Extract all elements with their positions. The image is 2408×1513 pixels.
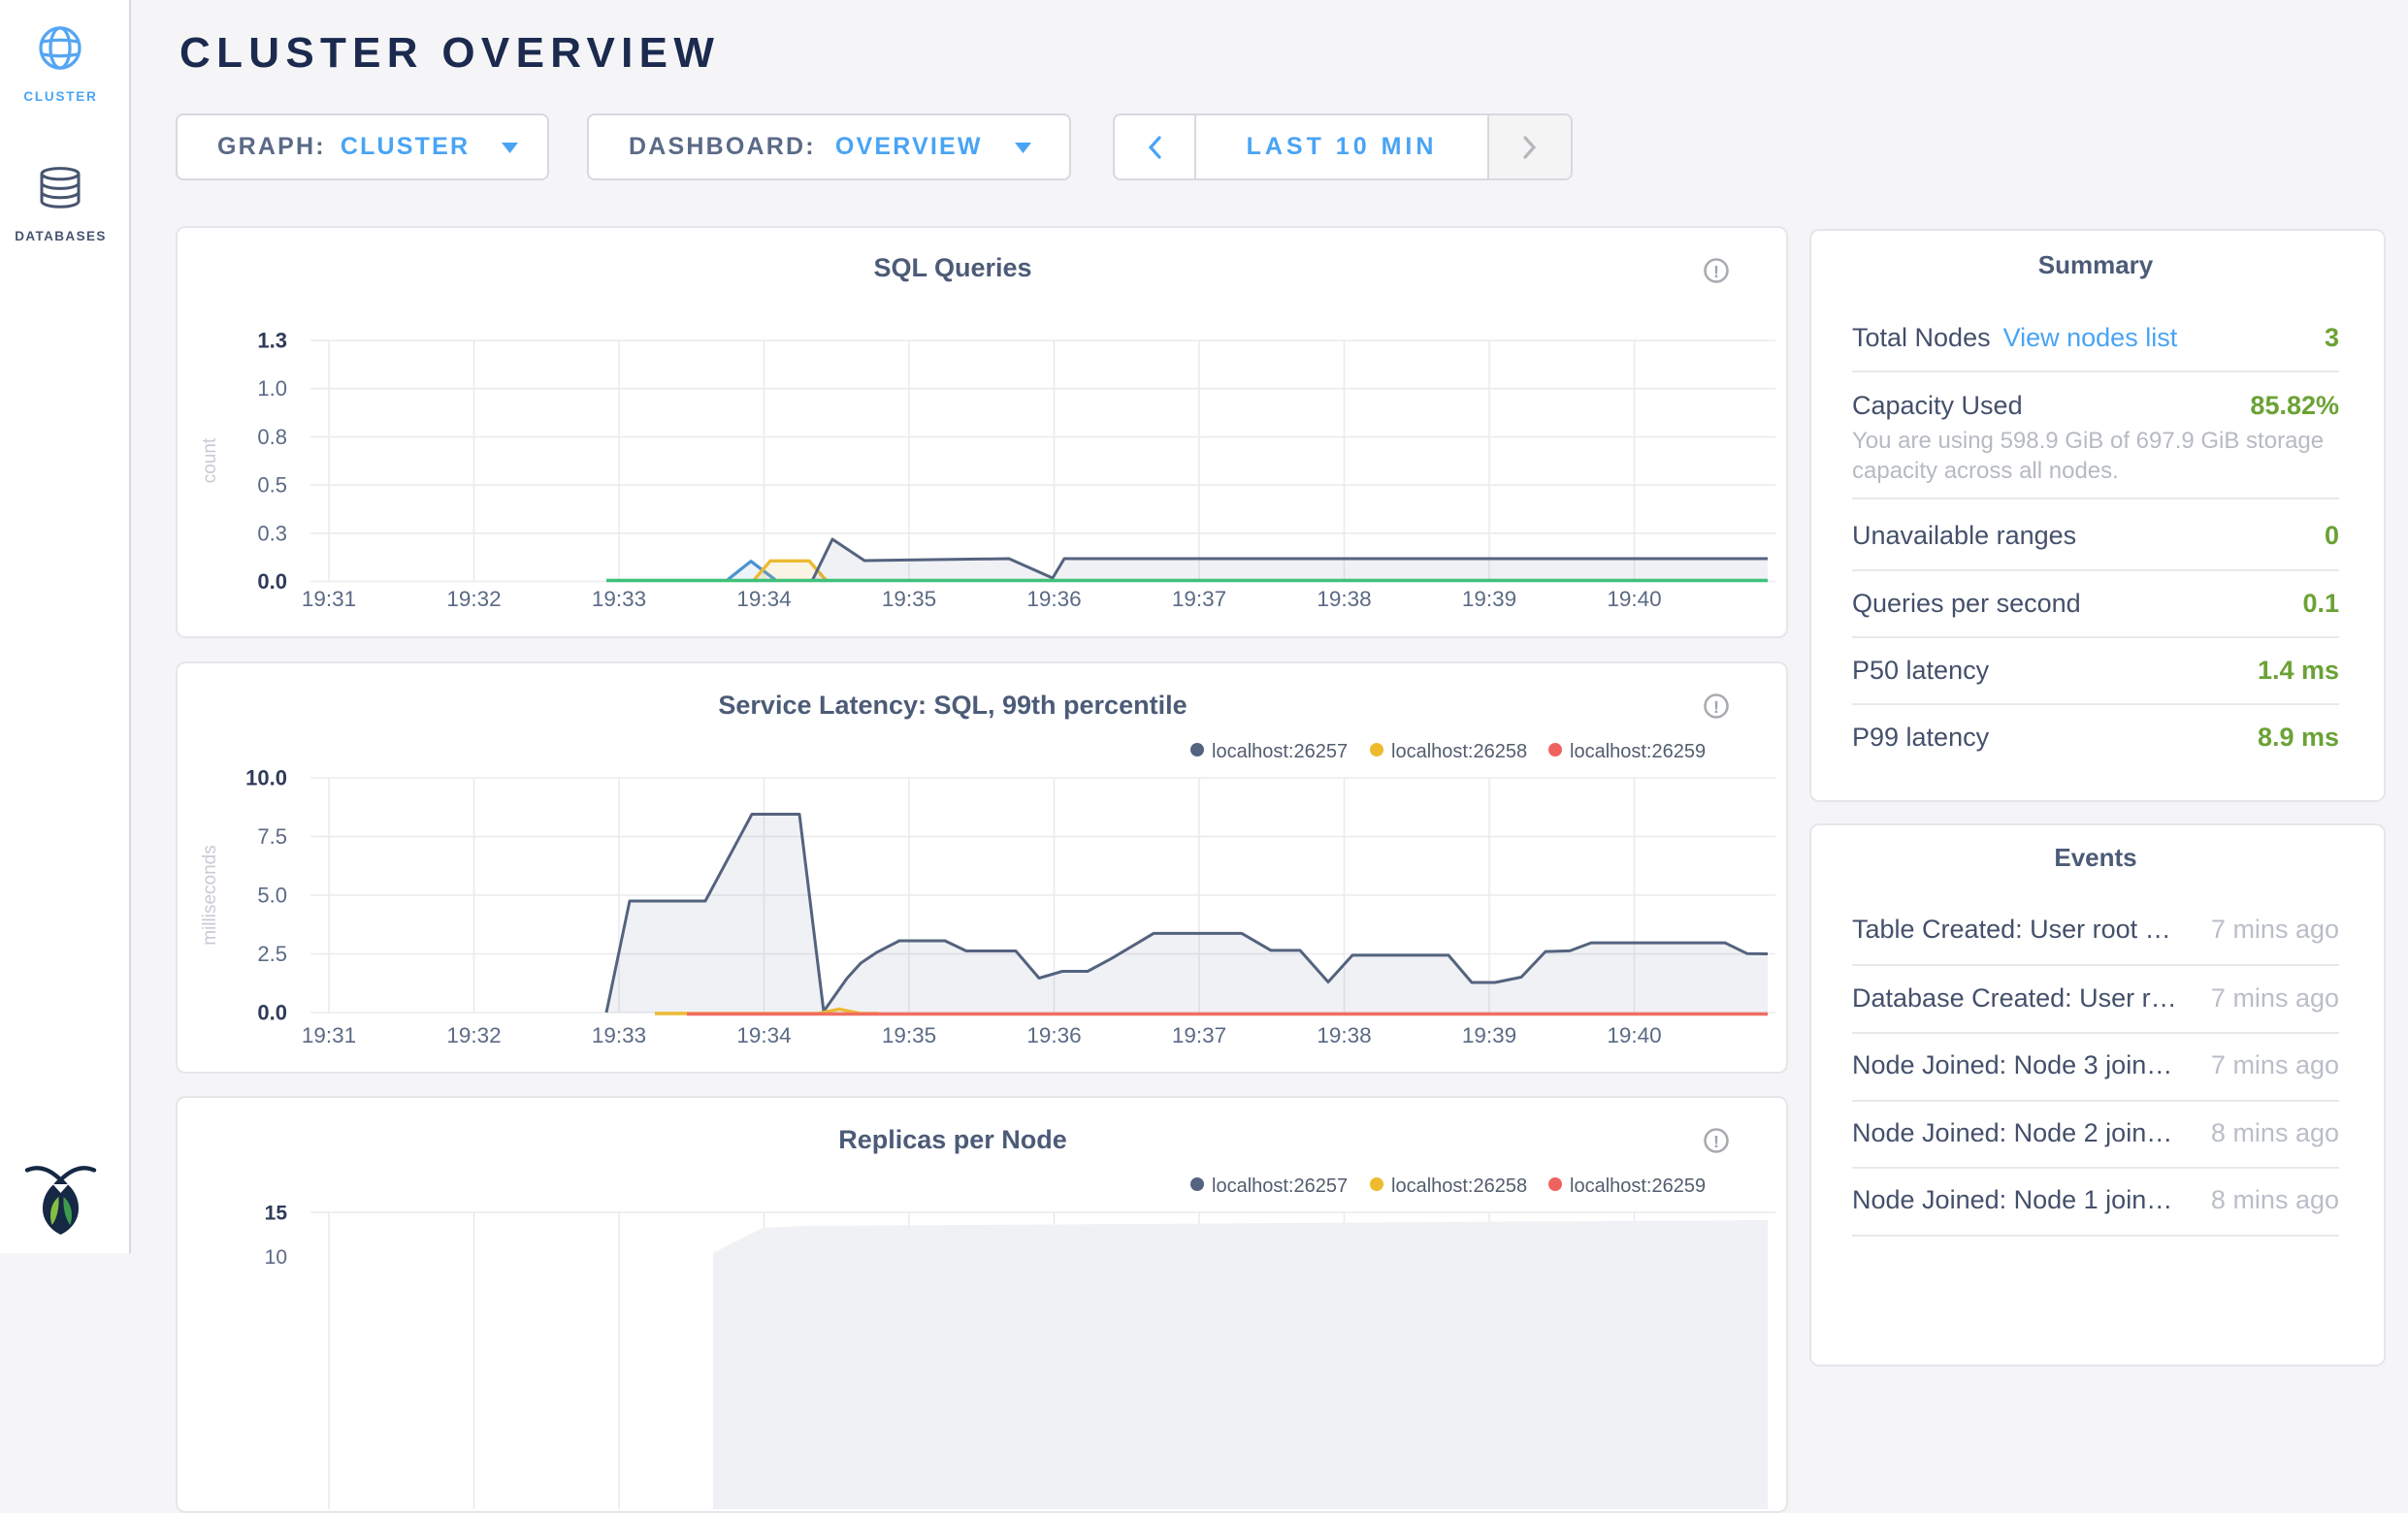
svg-text:localhost:26257: localhost:26257	[1212, 741, 1348, 762]
svg-text:Service Latency: SQL, 99th per: Service Latency: SQL, 99th percentile	[718, 691, 1187, 720]
svg-text:19:39: 19:39	[1462, 1023, 1516, 1047]
svg-text:!: !	[1713, 697, 1719, 717]
svg-text:0.0: 0.0	[257, 569, 287, 594]
svg-text:19:33: 19:33	[592, 587, 646, 611]
svg-text:5.0: 5.0	[257, 884, 287, 908]
svg-text:19:35: 19:35	[882, 1023, 936, 1047]
svg-text:19:34: 19:34	[736, 1023, 791, 1047]
svg-text:1.3: 1.3	[257, 329, 287, 353]
svg-text:19:32: 19:32	[446, 587, 501, 611]
svg-text:19:38: 19:38	[1317, 1023, 1371, 1047]
svg-text:19:40: 19:40	[1607, 587, 1661, 611]
svg-text:19:37: 19:37	[1172, 1023, 1226, 1047]
svg-text:2.5: 2.5	[257, 942, 287, 966]
svg-text:19:33: 19:33	[592, 1023, 646, 1047]
svg-text:7.5: 7.5	[257, 824, 287, 849]
svg-text:19:31: 19:31	[302, 587, 356, 611]
svg-text:19:38: 19:38	[1317, 587, 1371, 611]
svg-text:19:36: 19:36	[1026, 1023, 1081, 1047]
svg-text:Replicas per Node: Replicas per Node	[838, 1125, 1067, 1154]
svg-text:!: !	[1713, 1132, 1719, 1151]
svg-text:localhost:26258: localhost:26258	[1391, 741, 1527, 762]
svg-text:0.3: 0.3	[257, 521, 287, 545]
svg-text:!: !	[1713, 262, 1719, 281]
svg-text:10.0: 10.0	[245, 766, 287, 790]
svg-text:19:32: 19:32	[446, 1023, 501, 1047]
svg-text:19:35: 19:35	[882, 587, 936, 611]
svg-text:count: count	[200, 437, 220, 483]
svg-text:19:37: 19:37	[1172, 587, 1226, 611]
svg-text:15: 15	[265, 1203, 288, 1225]
svg-text:localhost:26257: localhost:26257	[1212, 1175, 1348, 1197]
svg-text:SQL Queries: SQL Queries	[873, 253, 1031, 282]
svg-text:0.5: 0.5	[257, 473, 287, 498]
svg-text:0.8: 0.8	[257, 425, 287, 449]
svg-text:19:36: 19:36	[1026, 587, 1081, 611]
svg-text:localhost:26259: localhost:26259	[1570, 741, 1706, 762]
svg-text:19:39: 19:39	[1462, 587, 1516, 611]
svg-text:1.0: 1.0	[257, 376, 287, 401]
svg-text:19:34: 19:34	[736, 587, 791, 611]
svg-text:milliseconds: milliseconds	[200, 845, 220, 945]
svg-text:localhost:26258: localhost:26258	[1391, 1175, 1527, 1197]
svg-text:19:40: 19:40	[1607, 1023, 1661, 1047]
svg-text:10: 10	[265, 1246, 287, 1269]
svg-text:localhost:26259: localhost:26259	[1570, 1175, 1706, 1197]
svg-text:19:31: 19:31	[302, 1023, 356, 1047]
svg-text:0.0: 0.0	[257, 1001, 287, 1025]
